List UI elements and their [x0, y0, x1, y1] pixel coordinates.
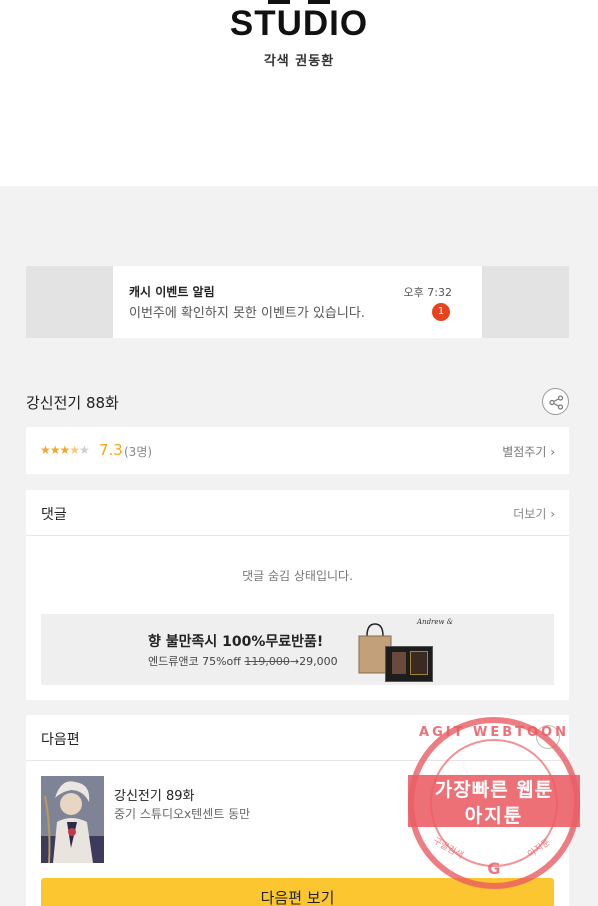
comments-more-link[interactable]: 더보기 › [513, 505, 555, 522]
watermark-stamp: AGIT WEBTOON 가장빠른 웹툰 아지툰 구글검색 아지툰 G [408, 717, 580, 889]
notification-badge: 1 [432, 303, 450, 321]
ad-title: 향 불만족시 100%무료반품! [148, 634, 324, 650]
notification-title: 캐시 이벤트 알림 [129, 285, 215, 299]
adaptation-credit: 각색 권동환 [263, 54, 335, 69]
ad-signature-logo: Andrew & [417, 618, 453, 626]
comment-header: 댓글 더보기 › [26, 490, 569, 536]
perfume-box-image [385, 646, 433, 682]
next-episode-thumbnail[interactable] [41, 776, 104, 863]
rating-count: (3명) [124, 445, 153, 459]
rate-button[interactable]: 별점주기 › [502, 443, 555, 460]
rating-section: ★★★★★ 7.3 (3명) 별점주기 › [26, 427, 569, 474]
watermark-line2: 아지툰 [464, 805, 524, 827]
episode-title: 강신전기 88화 [26, 394, 119, 412]
watermark-arc-text: AGIT WEBTOON [419, 725, 569, 740]
share-button[interactable] [542, 388, 569, 415]
notification-card[interactable]: 캐시 이벤트 알림 이번주에 확인하지 못한 이벤트가 있습니다. 오후 7:3… [113, 266, 482, 338]
ad-price-line: 엔드류앤코 75%off 119,000→29,000 [148, 655, 338, 668]
star-rating: ★★★★★ [40, 443, 90, 457]
google-logo-icon: G [487, 859, 501, 878]
ad-sale-price: →29,000 [289, 655, 338, 668]
next-episode-label: 다음편 [41, 732, 80, 748]
comments-hidden-message: 댓글 숨김 상태입니다. [242, 569, 353, 583]
notification-message: 이번주에 확인하지 못한 이벤트가 있습니다. [129, 306, 365, 321]
comment-label: 댓글 [41, 507, 67, 523]
studio-logo: STUDIO [229, 4, 369, 43]
comment-section: 댓글 더보기 › 댓글 숨김 상태입니다. 향 불만족시 100%무료반품! 엔… [26, 490, 569, 700]
notification-time: 오후 7:32 [403, 286, 452, 299]
ad-original-price: 119,000 [244, 655, 290, 668]
ad-banner[interactable]: 향 불만족시 100%무료반품! 엔드류앤코 75%off 119,000→29… [41, 614, 554, 685]
next-episode-title: 강신전기 89화 [114, 789, 195, 804]
share-icon [549, 395, 564, 410]
watermark-line1: 가장빠른 웹툰 [434, 779, 554, 801]
rating-score: 7.3 [99, 441, 123, 459]
next-episode-author: 중기 스튜디오x텐센트 동만 [114, 807, 251, 821]
top-banner: STUDIO 각색 권동환 [0, 0, 598, 186]
